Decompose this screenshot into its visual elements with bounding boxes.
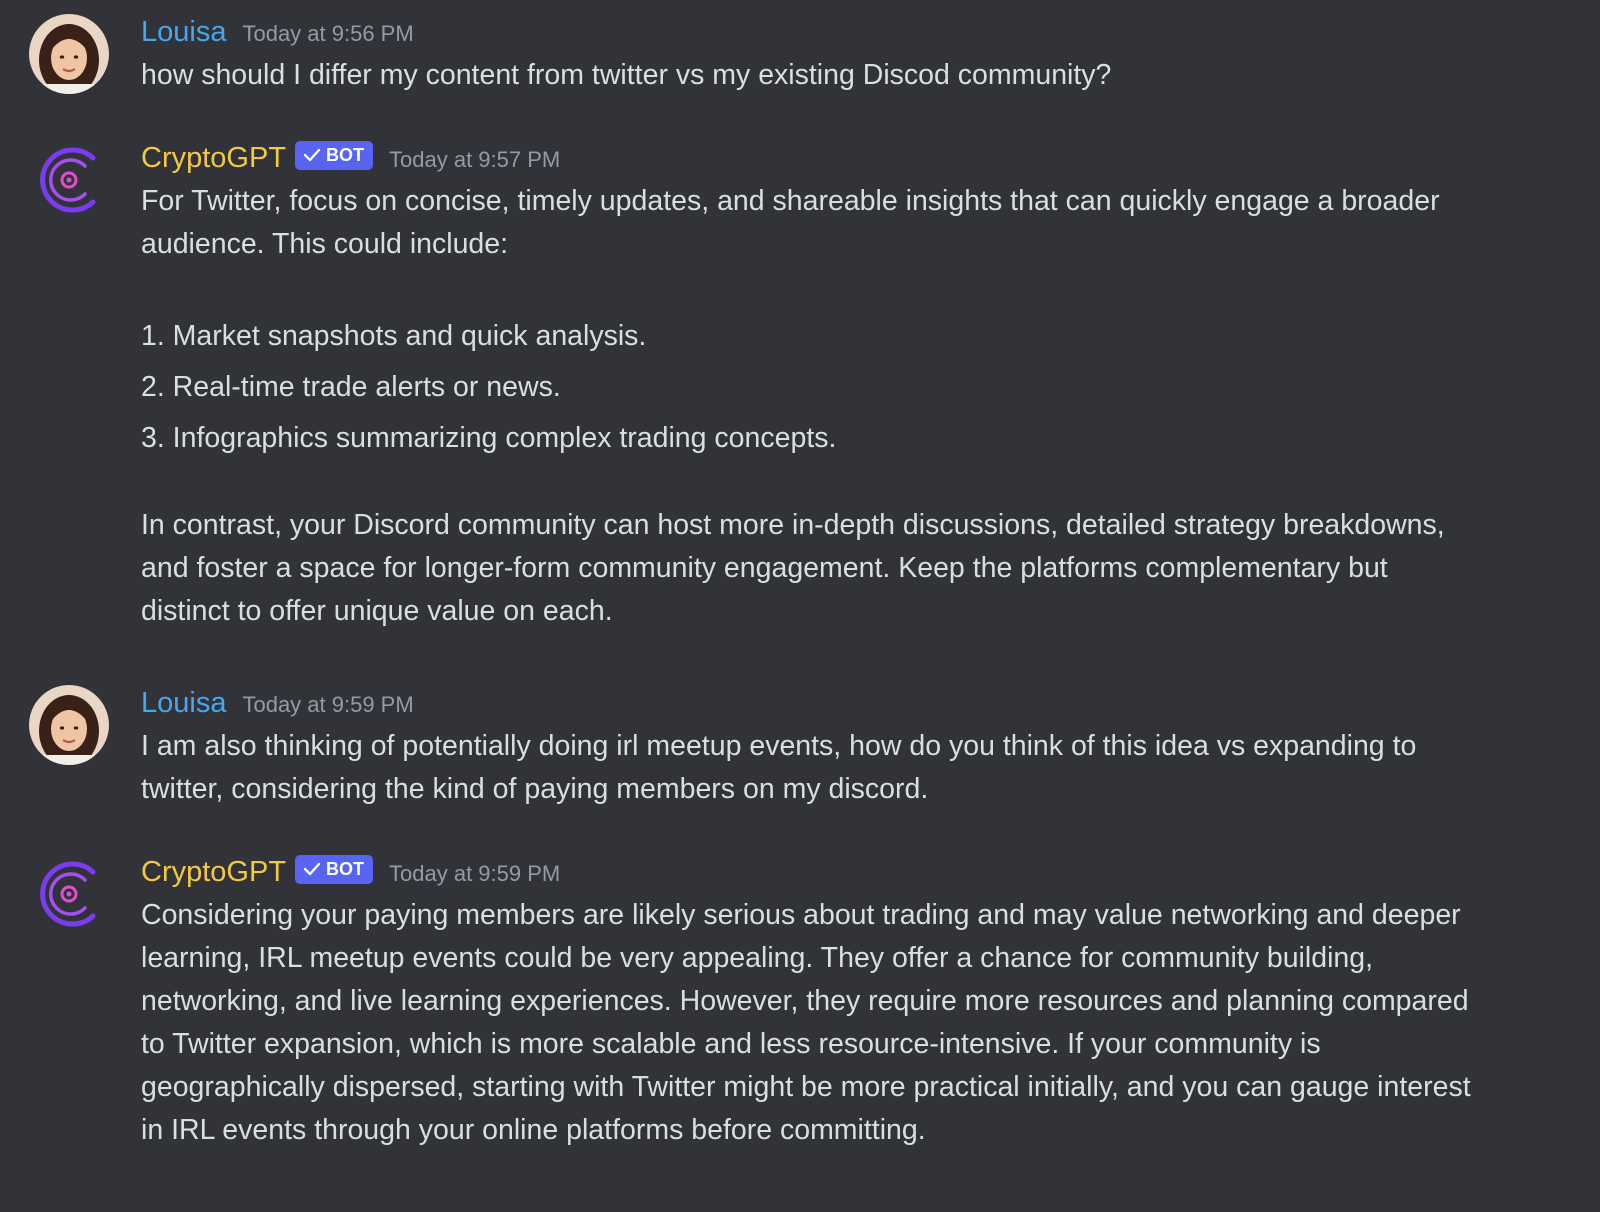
list-item: 2. Real-time trade alerts or news. <box>141 371 561 403</box>
message-paragraph: For Twitter, focus on concise, timely up… <box>141 185 1440 260</box>
message-paragraph: I am also thinking of potentially doing … <box>141 730 1417 805</box>
message-timestamp: Today at 9:59 PM <box>242 692 414 717</box>
message-text: Considering your paying members are like… <box>141 894 1471 1152</box>
bot-avatar[interactable] <box>29 140 109 220</box>
bot-badge-label: BOT <box>326 144 365 165</box>
bot-badge: BOT <box>295 140 374 170</box>
user-avatar-icon <box>29 14 109 94</box>
cryptogpt-logo-icon <box>29 854 109 934</box>
username[interactable]: Louisa <box>141 685 226 721</box>
bot-username[interactable]: CryptoGPT <box>141 854 286 890</box>
list-item: 3. Infographics summarizing complex trad… <box>141 422 837 454</box>
bot-username[interactable]: CryptoGPT <box>141 140 286 176</box>
checkmark-icon <box>303 148 321 162</box>
message-paragraph: In contrast, your Discord community can … <box>141 509 1445 627</box>
user-avatar[interactable] <box>29 14 109 94</box>
chat-messages: Louisa Today at 9:56 PM how should I dif… <box>0 0 1600 1212</box>
bot-avatar[interactable] <box>29 854 109 934</box>
message-timestamp: Today at 9:59 PM <box>389 861 561 886</box>
username[interactable]: Louisa <box>141 14 226 50</box>
message-paragraph: Considering your paying members are like… <box>141 899 1471 1146</box>
bot-badge-label: BOT <box>326 858 365 879</box>
checkmark-icon <box>303 862 321 876</box>
bot-badge: BOT <box>295 854 374 884</box>
user-avatar-icon <box>29 685 109 765</box>
message-list: 1. Market snapshots and quick analysis. … <box>141 311 1471 464</box>
list-item: 1. Market snapshots and quick analysis. <box>141 320 647 352</box>
message-text: how should I differ my content from twit… <box>141 54 1471 97</box>
message-timestamp: Today at 9:57 PM <box>389 147 561 172</box>
user-avatar[interactable] <box>29 685 109 765</box>
cryptogpt-logo-icon <box>29 140 109 220</box>
message-paragraph: how should I differ my content from twit… <box>141 59 1112 91</box>
message-text: I am also thinking of potentially doing … <box>141 725 1471 811</box>
message-timestamp: Today at 9:56 PM <box>242 21 414 46</box>
message-text: For Twitter, focus on concise, timely up… <box>141 180 1471 633</box>
